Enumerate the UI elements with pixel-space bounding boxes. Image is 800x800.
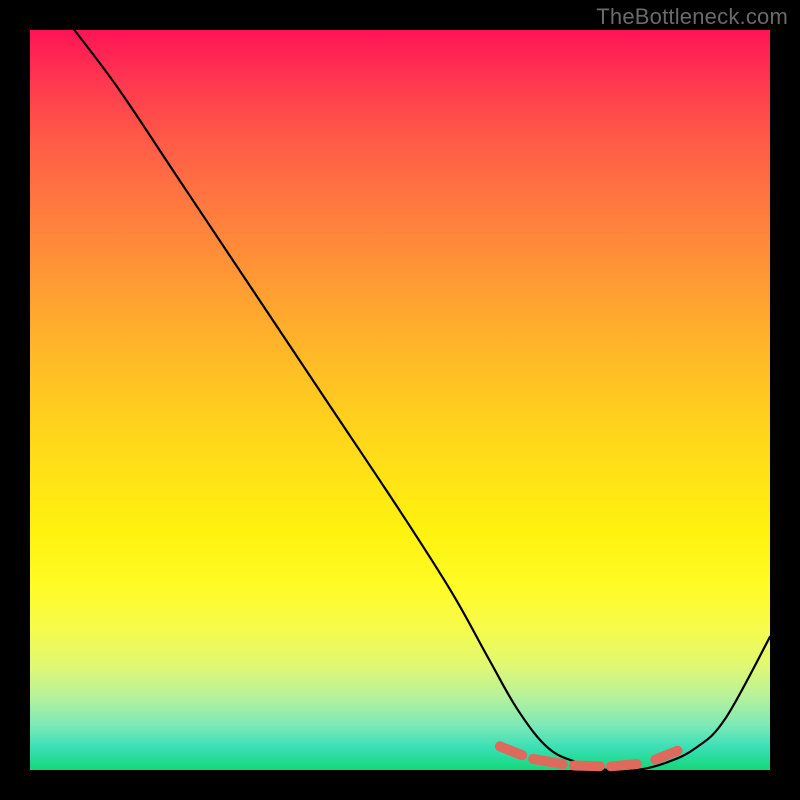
optimal-zone-markers [500, 746, 678, 766]
optimal-zone-segment [574, 766, 600, 767]
watermark-text: TheBottleneck.com [596, 4, 788, 30]
optimal-zone-segment [655, 751, 677, 760]
optimal-zone-segment [533, 759, 563, 764]
bottleneck-curve [74, 30, 770, 771]
optimal-zone-segment [611, 764, 637, 766]
chart-svg [30, 30, 770, 770]
chart-area [30, 30, 770, 770]
optimal-zone-segment [500, 746, 522, 755]
